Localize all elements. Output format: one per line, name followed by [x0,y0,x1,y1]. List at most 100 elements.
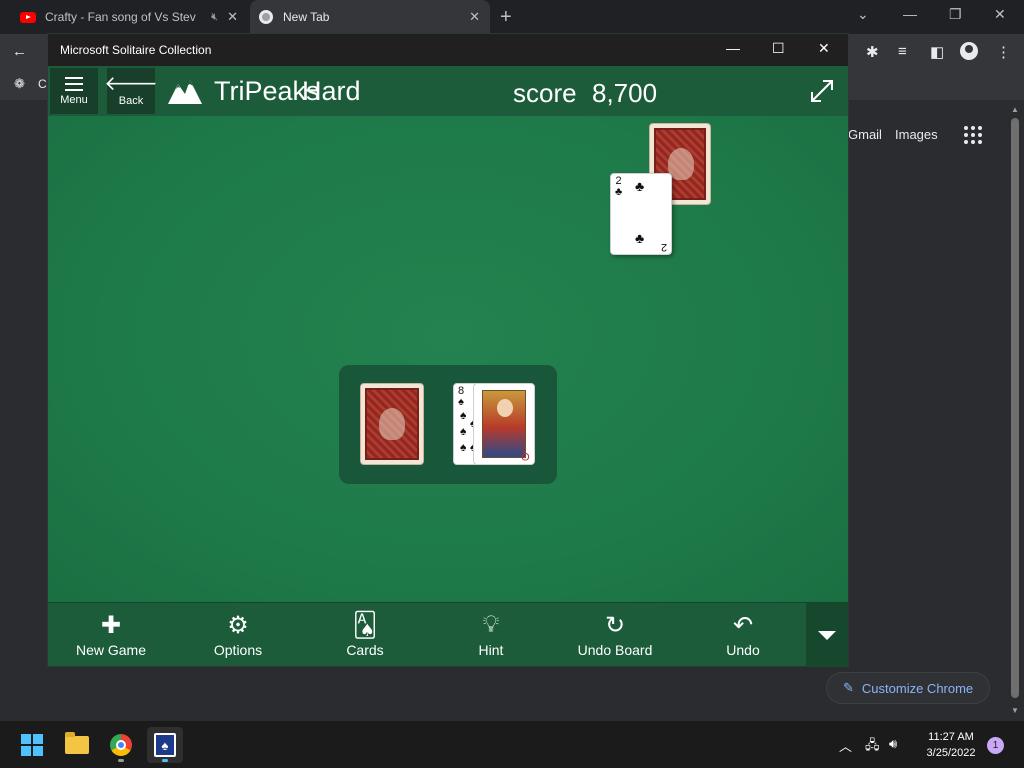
back-button[interactable]: 🡐 Back [104,68,158,114]
clock-time: 11:27 AM [928,731,974,743]
window-minimize-button[interactable]: — [726,40,740,56]
back-arrow-icon[interactable]: ← [12,43,27,60]
card-corner-top: 8 ♠ [458,385,465,408]
game-board: 2 ♣ ♣ ♣ 2 8 ♠ ♠ ♠ ♠ ♠ ♠ [48,116,848,602]
more-menu-icon[interactable]: ⋮ [996,43,1011,61]
undo-board-label: Undo Board [577,642,653,658]
solitaire-app-icon: ♠ [154,733,176,757]
menu-button[interactable]: Menu [50,68,98,114]
card-corner-bottom: Q [521,450,530,462]
undo-board-button[interactable]: ↻ Undo Board [560,603,670,667]
window-title: Microsoft Solitaire Collection [60,43,212,57]
images-link[interactable]: Images [895,127,938,142]
notification-badge[interactable]: 1 [987,737,1004,754]
playing-card-queen[interactable]: Q [473,383,535,465]
queen-face-art [482,390,526,458]
solitaire-window: Microsoft Solitaire Collection — ☐ ✕ Men… [47,33,849,667]
fullscreen-icon[interactable] [808,77,836,105]
page-scrollbar[interactable]: ▲ ▼ [1007,102,1023,720]
scrollbar-thumb[interactable] [1011,118,1019,698]
windows-taskbar: ♠ ︿ 🖧︎ 🔊︎ 11:27 AM 3/25/2022 1 [0,720,1024,768]
running-indicator [162,759,168,762]
restore-button[interactable]: ❐ [949,6,962,23]
close-tab-icon[interactable]: ✕ [227,9,238,25]
google-apps-icon[interactable] [964,126,982,144]
gmail-link[interactable]: Gmail [848,127,882,142]
options-label: Options [213,642,263,658]
cards-icon: 🂡 [352,611,378,639]
new-game-button[interactable]: ✚ New Game [56,603,166,667]
undo-button[interactable]: ↶ Undo [688,603,798,667]
pencil-icon: ✎ [843,680,854,695]
minimize-button[interactable]: — [903,6,917,22]
speaker-muted-icon[interactable]: 🔇︎ [211,11,218,24]
tab-crafty-song[interactable]: Crafty - Fan song of Vs Stev 🔇︎ ✕ [12,0,248,34]
options-button[interactable]: ⚙ Options [183,603,293,667]
playing-card-2-clubs[interactable]: 2 ♣ ♣ ♣ 2 [610,173,672,255]
tab-title: Crafty - Fan song of Vs Stev [45,10,196,24]
undo-arrow-icon: ↶ [732,611,754,639]
customize-label: Customize Chrome [861,680,974,696]
window-titlebar[interactable]: Microsoft Solitaire Collection — ☐ ✕ [48,34,848,66]
volume-icon[interactable]: 🔊︎ [889,736,897,752]
back-label: Back [118,95,144,107]
chrome-icon [258,9,274,25]
side-panel-icon[interactable]: ◧ [930,43,944,61]
toolbar-expand-button[interactable] [806,603,848,667]
cards-button[interactable]: 🂡 Cards [310,603,420,667]
lightbulb-icon: 💡︎ [482,611,500,638]
gear-icon: ⚙ [227,611,249,639]
close-tab-icon[interactable]: ✕ [469,9,480,25]
card-corner-top: 2 ♣ [615,175,623,198]
solitaire-taskbar-button[interactable]: ♠ [147,727,183,763]
chrome-icon [110,734,132,756]
close-browser-button[interactable]: ✕ [994,6,1006,23]
scroll-up-icon[interactable]: ▲ [1011,105,1019,114]
club-pip-icon: ♣ [635,178,645,194]
tab-search-icon[interactable]: ⌄ [857,6,869,23]
plus-icon: ✚ [100,611,122,639]
scroll-down-icon[interactable]: ▼ [1011,706,1019,715]
stock-pile[interactable] [360,383,424,465]
hamburger-icon [65,76,83,91]
difficulty-label: Hard [302,76,361,106]
windows-logo-icon [21,734,43,756]
running-indicator [118,759,124,762]
hint-label: Hint [478,642,504,658]
tab-title: New Tab [283,10,330,24]
back-arrow-icon: 🡐 [104,73,158,95]
customize-chrome-button[interactable]: ✎ Customize Chrome [826,672,990,704]
menu-label: Menu [60,93,88,106]
hint-button[interactable]: 💡︎ Hint [436,603,546,667]
spade-pip-icon: ♠ [460,440,467,454]
extensions-icon[interactable]: ✱ [866,43,879,61]
chrome-taskbar-button[interactable] [103,727,139,763]
media-control-icon[interactable]: ≡ [898,43,907,60]
spade-pip-icon: ♠ [460,408,467,422]
network-icon[interactable]: 🖧︎ [865,736,880,758]
system-clock[interactable]: 11:27 AM 3/25/2022 [916,729,986,761]
undo-label: Undo [726,642,760,658]
start-button[interactable] [14,727,50,763]
spade-pip-icon: ♠ [460,424,467,438]
cards-label: Cards [346,642,384,658]
profile-avatar[interactable] [960,42,978,60]
stock-waste-panel: 8 ♠ ♠ ♠ ♠ ♠ ♠ Q [339,365,557,484]
youtube-icon [20,9,36,25]
window-maximize-button[interactable]: ☐ [772,40,785,57]
card-corner-bottom: 2 [660,241,667,253]
window-close-button[interactable]: ✕ [818,40,830,57]
browser-tab-strip: Crafty - Fan song of Vs Stev 🔇︎ ✕ New Ta… [0,0,1024,34]
file-explorer-button[interactable] [59,727,95,763]
club-pip-icon: ♣ [635,230,645,246]
new-tab-button[interactable]: + [500,6,512,29]
tab-new-tab[interactable]: New Tab ✕ [250,0,490,34]
chevron-down-icon [818,630,836,640]
tripeaks-mountain-icon [168,80,202,104]
bookmark-favicon-icon: ❁ [14,76,25,91]
score-label: score [513,78,577,108]
game-header: Menu 🡐 Back TriPeaks Hard score 8,700 [48,66,848,116]
folder-icon [65,732,89,754]
chevron-up-icon[interactable]: ︿ [839,736,852,755]
new-game-label: New Game [75,642,147,658]
